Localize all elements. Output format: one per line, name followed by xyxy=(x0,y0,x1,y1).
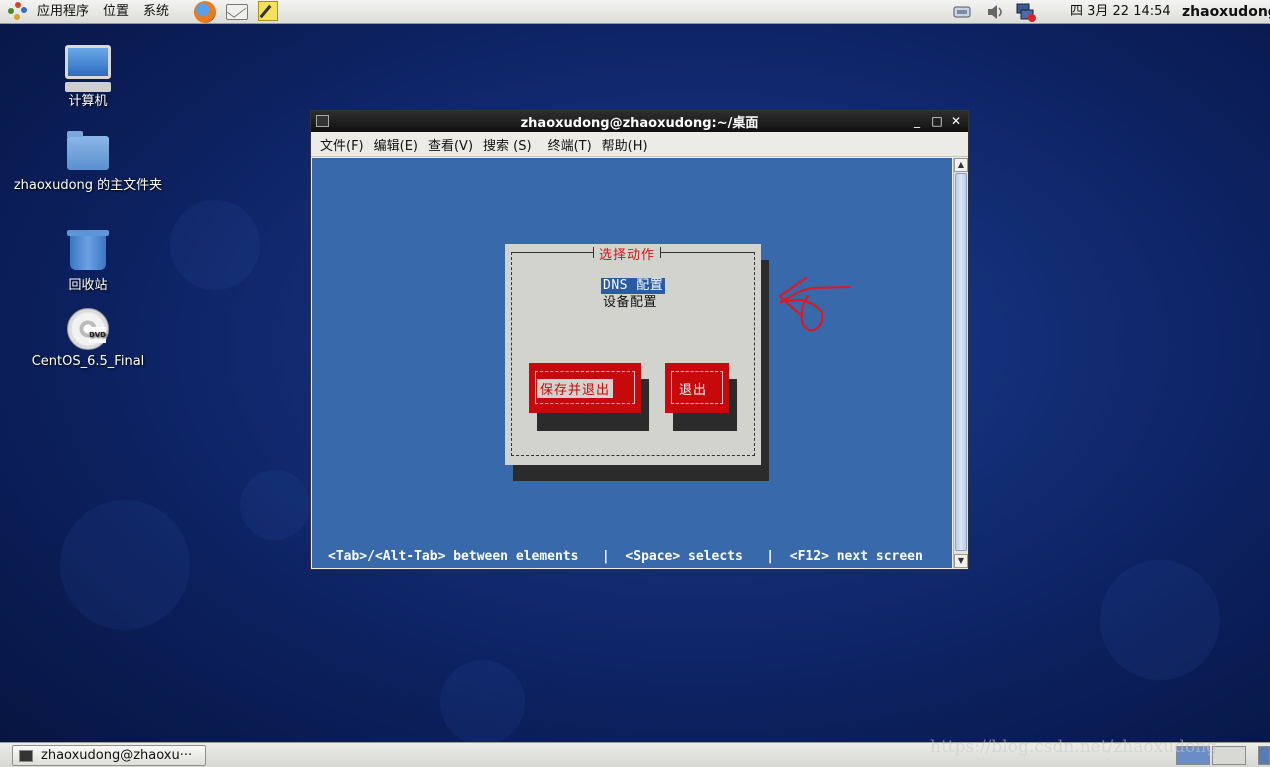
scroll-up-icon[interactable]: ▲ xyxy=(954,158,968,172)
dialog-title: 选择动作 xyxy=(593,244,662,263)
firefox-launcher[interactable] xyxy=(194,0,217,23)
save-and-quit-button[interactable]: 保存并退出 xyxy=(529,363,641,413)
firefox-icon xyxy=(194,0,217,23)
menu-applications[interactable]: 应用程序 xyxy=(30,0,96,24)
menu-edit[interactable]: 编辑(E) xyxy=(369,135,423,154)
menu-file[interactable]: 文件(F) xyxy=(315,135,369,154)
desktop-icon-trash[interactable]: 回收站 xyxy=(13,228,163,294)
window-titlebar[interactable]: zhaoxudong@zhaoxudong:~/桌面 _ □ ✕ xyxy=(311,111,968,132)
taskbar-item-terminal[interactable]: zhaoxudong@zhaoxu··· xyxy=(12,745,206,766)
quit-label: 退出 xyxy=(679,383,708,398)
workspace-2[interactable] xyxy=(1212,746,1246,765)
select-action-dialog: 选择动作 DNS 配置 设备配置 保存并退出 退出 xyxy=(505,244,761,465)
menu-terminal[interactable]: 终端(T) xyxy=(543,135,597,154)
trash-icon xyxy=(67,230,109,276)
desktop-icon-computer[interactable]: 计算机 xyxy=(13,45,163,110)
watermark: https://blog.csdn.net/zhaoxudong xyxy=(930,737,1218,757)
terminal-icon xyxy=(316,115,329,127)
background-bubble xyxy=(170,200,260,290)
computer-icon xyxy=(65,45,111,92)
show-desktop-icon[interactable] xyxy=(1258,746,1270,765)
desktop-icon-label: 计算机 xyxy=(68,94,108,109)
key-hints: <Tab>/<Alt-Tab> between elements | <Spac… xyxy=(328,549,923,564)
terminal-scrollbar[interactable]: ▲ ▼ xyxy=(953,158,968,568)
window-title: zhaoxudong@zhaoxudong:~/桌面 xyxy=(520,116,759,131)
save-and-quit-label: 保存并退出 xyxy=(537,379,614,398)
taskbar-item-label: zhaoxudong@zhaoxu··· xyxy=(41,748,193,763)
minimize-button[interactable]: _ xyxy=(909,113,925,129)
close-button[interactable]: ✕ xyxy=(948,113,964,129)
home-folder-icon xyxy=(67,131,109,170)
gnome-foot-icon[interactable] xyxy=(8,1,30,22)
terminal-area[interactable]: 选择动作 DNS 配置 设备配置 保存并退出 退出 <Tab>/<Alt-Tab… xyxy=(312,158,952,568)
menu-view[interactable]: 查看(V) xyxy=(423,135,478,154)
desktop-icon-label: 回收站 xyxy=(68,278,108,293)
window-menubar: 文件(F) 编辑(E) 查看(V) 搜索 (S) 终端(T) 帮助(H) xyxy=(311,132,968,157)
mail-launcher[interactable] xyxy=(226,1,249,23)
quit-button[interactable]: 退出 xyxy=(665,363,729,413)
network-icon[interactable] xyxy=(952,2,974,22)
desktop-icon-home[interactable]: zhaoxudong 的主文件夹 xyxy=(13,131,163,194)
menu-search[interactable]: 搜索 (S) xyxy=(478,135,537,154)
notes-icon xyxy=(258,0,279,21)
option-dns-config[interactable]: DNS 配置 xyxy=(601,278,666,294)
notes-launcher[interactable] xyxy=(258,0,280,23)
terminal-icon xyxy=(19,749,33,762)
desktop-icon-label: zhaoxudong 的主文件夹 xyxy=(13,178,163,193)
background-bubble xyxy=(60,500,190,630)
dvd-icon: DVD xyxy=(67,308,109,350)
mail-icon xyxy=(226,3,249,20)
network-disconnected-icon[interactable] xyxy=(1015,2,1037,22)
top-panel: 应用程序 位置 系统 四 3月 22 14:54 zhaoxudong xyxy=(0,0,1270,24)
background-bubble xyxy=(1100,560,1220,680)
volume-icon[interactable] xyxy=(985,2,1007,22)
terminal-window: zhaoxudong@zhaoxudong:~/桌面 _ □ ✕ 文件(F) 编… xyxy=(310,110,969,570)
user-menu[interactable]: zhaoxudong xyxy=(1182,0,1270,24)
menu-help[interactable]: 帮助(H) xyxy=(597,135,653,154)
option-device-config[interactable]: 设备配置 xyxy=(601,295,659,311)
desktop-icon-dvd[interactable]: DVD CentOS_6.5_Final xyxy=(13,308,163,370)
scroll-thumb[interactable] xyxy=(955,173,967,551)
background-bubble xyxy=(240,470,310,540)
menu-places[interactable]: 位置 xyxy=(96,0,136,24)
maximize-button[interactable]: □ xyxy=(929,113,945,129)
scroll-down-icon[interactable]: ▼ xyxy=(954,554,968,568)
desktop-icon-label: CentOS_6.5_Final xyxy=(31,354,145,369)
background-bubble xyxy=(440,660,525,745)
clock[interactable]: 四 3月 22 14:54 xyxy=(1070,0,1171,24)
menu-system[interactable]: 系统 xyxy=(136,0,176,24)
arrow-annotation-icon xyxy=(778,277,851,332)
